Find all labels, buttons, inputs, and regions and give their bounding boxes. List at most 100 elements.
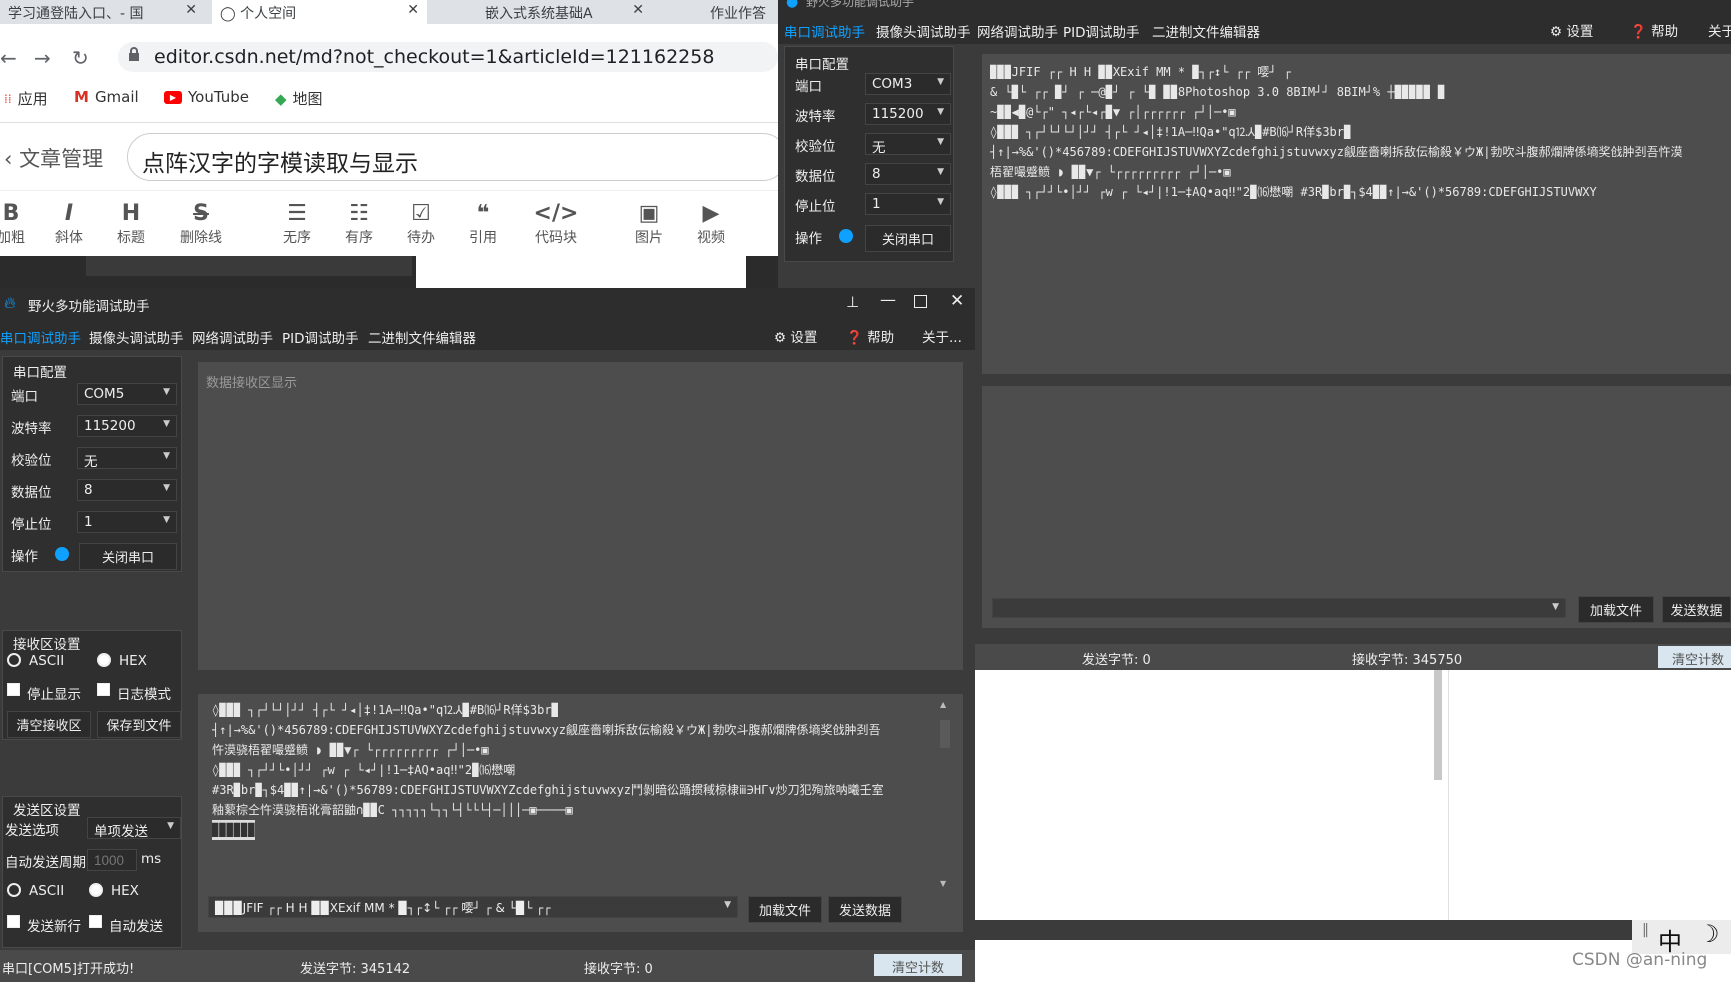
tab-binary-editor[interactable]: 二进制文件编辑器 (1146, 14, 1266, 44)
port-select[interactable]: COM3 ▼ (865, 73, 951, 95)
clear-receive-button[interactable]: 清空接收区 (7, 711, 91, 738)
italic-icon: I (64, 201, 74, 226)
left-receive-area[interactable]: 数据接收区显示 (198, 362, 963, 670)
send-data-button[interactable]: 发送数据 (828, 896, 902, 923)
bookmark-gmail[interactable]: M Gmail (74, 88, 139, 106)
browser-tab[interactable]: 作业作答 (662, 0, 778, 24)
minimize-icon[interactable]: — (880, 290, 896, 309)
send-option-select[interactable]: 单项发送 ▼ (87, 817, 181, 840)
back-icon[interactable]: ← (0, 46, 17, 70)
baud-select[interactable]: 115200 ▼ (77, 415, 177, 437)
send-ascii-radio[interactable] (7, 883, 21, 897)
todo-button[interactable]: ☑ 待办 (394, 201, 448, 247)
about-button[interactable]: 关于 (1708, 20, 1731, 40)
port-select[interactable]: COM5 ▼ (77, 383, 177, 405)
chevron-down-icon: ▼ (167, 821, 174, 831)
settings-button[interactable]: ⚙ 设置 (774, 326, 817, 346)
send-history-select[interactable]: ▼ (992, 598, 1566, 618)
ordered-list-button[interactable]: ☷ 有序 (332, 201, 386, 247)
clear-count-button[interactable]: 清空计数 (1658, 646, 1731, 668)
log-mode-checkbox[interactable] (97, 683, 110, 696)
bookmark-maps[interactable]: ◆ 地图 (275, 88, 323, 109)
baud-value: 115200 (872, 106, 924, 122)
youtube-icon: ▶ (164, 90, 182, 104)
forward-icon[interactable]: → (34, 46, 51, 70)
close-icon[interactable]: ✕ (185, 2, 197, 18)
strikethrough-button[interactable]: S 删除线 (174, 201, 228, 247)
scrollbar-thumb[interactable] (1434, 670, 1442, 780)
bookmark-youtube[interactable]: ▶ YouTube (164, 88, 249, 106)
stop-display-checkbox[interactable] (7, 683, 20, 696)
close-icon[interactable]: ✕ (950, 291, 964, 311)
scroll-up-icon[interactable]: ▲ (940, 700, 946, 709)
save-to-file-button[interactable]: 保存到文件 (97, 711, 181, 738)
tab-network-assistant[interactable]: 网络调试助手 (186, 320, 279, 350)
code-block-button[interactable]: </> 代码块 (526, 201, 586, 247)
send-data-button[interactable]: 发送数据 (1662, 596, 1731, 623)
ascii-radio[interactable] (7, 653, 21, 667)
tab-label: 学习通登陆入口、- 国 (8, 6, 144, 22)
serial-config-title: 串口配置 (13, 365, 67, 381)
reload-icon[interactable]: ↻ (72, 46, 89, 70)
parity-select[interactable]: 无 ▼ (865, 133, 951, 156)
bookmark-apps[interactable]: ⁞⁞ 应用 (4, 88, 48, 109)
tab-pid-assistant[interactable]: PID调试助手 (276, 320, 365, 350)
pin-icon[interactable]: ⊥ (846, 293, 859, 311)
send-newline-checkbox[interactable] (7, 915, 20, 928)
settings-button[interactable]: ⚙ 设置 (1550, 20, 1593, 40)
auto-send-checkbox[interactable] (89, 915, 102, 928)
parity-select[interactable]: 无 ▼ (77, 447, 177, 470)
heading-button[interactable]: H 标题 (104, 201, 158, 247)
right-receive-area[interactable]: ▉▉▉JFIF ┌┌ H H ▉▉XExif MM * ▉┐┌↕└ ┌┌ 嘤┘ … (982, 54, 1731, 374)
tab-serial-assistant[interactable]: 串口调试助手 (0, 320, 87, 350)
help-button[interactable]: ❓ 帮助 (846, 326, 894, 346)
toolbar-label: 有序 (345, 230, 373, 246)
italic-button[interactable]: I 斜体 (42, 201, 96, 247)
tab-camera-assistant[interactable]: 摄像头调试助手 (870, 14, 977, 44)
tab-network-assistant[interactable]: 网络调试助手 (971, 14, 1064, 44)
stopbits-select[interactable]: 1 ▼ (77, 511, 177, 533)
tab-camera-assistant[interactable]: 摄像头调试助手 (83, 320, 190, 350)
right-send-area[interactable]: ▼ 加载文件 发送数据 (982, 386, 1731, 628)
send-scrollbar[interactable]: ▲ ▼ (938, 700, 952, 888)
hex-radio[interactable] (97, 653, 111, 667)
quote-button[interactable]: ❝ 引用 (456, 201, 510, 247)
auto-period-input[interactable] (87, 849, 137, 871)
url-bar[interactable]: editor.csdn.net/md?not_checkout=1&articl… (118, 42, 778, 72)
baud-select[interactable]: 115200 ▼ (865, 103, 951, 125)
browser-tab[interactable]: ◯ 个人空间 ✕ (212, 0, 427, 24)
databits-select[interactable]: 8 ▼ (77, 479, 177, 501)
unordered-list-button[interactable]: ☰ 无序 (270, 201, 324, 247)
maximize-icon[interactable] (914, 295, 927, 308)
scroll-down-icon[interactable]: ▼ (940, 879, 946, 888)
browser-tab[interactable]: 嵌入式系统基础A ✕ (437, 0, 652, 24)
ime-indicator[interactable]: ‖ 中 ☽ (1632, 920, 1731, 956)
tab-pid-assistant[interactable]: PID调试助手 (1057, 14, 1146, 44)
close-port-button[interactable]: 关闭串口 (79, 543, 177, 570)
about-button[interactable]: 关于... (922, 326, 962, 346)
gmail-icon: M (74, 88, 89, 106)
video-button[interactable]: ▶ 视频 (684, 201, 738, 247)
browser-tab[interactable]: 学习通登陆入口、- 国 ✕ (0, 0, 205, 24)
databits-select[interactable]: 8 ▼ (865, 163, 951, 185)
load-file-button[interactable]: 加载文件 (1578, 596, 1654, 623)
load-file-button[interactable]: 加载文件 (748, 896, 822, 923)
image-button[interactable]: ▣ 图片 (622, 201, 676, 247)
stopbits-select[interactable]: 1 ▼ (865, 193, 951, 215)
close-icon[interactable]: ✕ (632, 2, 644, 18)
scroll-thumb[interactable] (940, 720, 950, 748)
send-hex-radio[interactable] (89, 883, 103, 897)
send-history-select[interactable]: ▉▉▉JFIF ┌┌ H H ▉▉XExif MM * ▉┐┌↕└ ┌┌ 嘤┘ … (208, 896, 738, 918)
url-text: editor.csdn.net/md?not_checkout=1&articl… (154, 46, 715, 68)
help-button[interactable]: ❓ 帮助 (1630, 20, 1678, 40)
tab-binary-editor[interactable]: 二进制文件编辑器 (362, 320, 482, 350)
tab-serial-assistant[interactable]: 串口调试助手 (778, 14, 871, 44)
bold-icon: B (2, 201, 20, 226)
article-manage-link[interactable]: ‹ 文章管理 (4, 143, 103, 173)
close-icon[interactable]: ✕ (407, 2, 419, 18)
clear-count-button[interactable]: 清空计数 (874, 954, 962, 976)
close-port-button[interactable]: 关闭串口 (865, 225, 951, 252)
article-title-input[interactable]: 点阵汉字的字模读取与显示 (127, 133, 778, 181)
bold-button[interactable]: B 加粗 (0, 201, 38, 247)
left-send-area[interactable]: ◊▉▉▉ ┐┌┘└┘│┘┘ ┤┌└ ┘◂│‡!1A─‼Qa•"q⒓⅄▉#B⒃┘R… (198, 694, 963, 932)
